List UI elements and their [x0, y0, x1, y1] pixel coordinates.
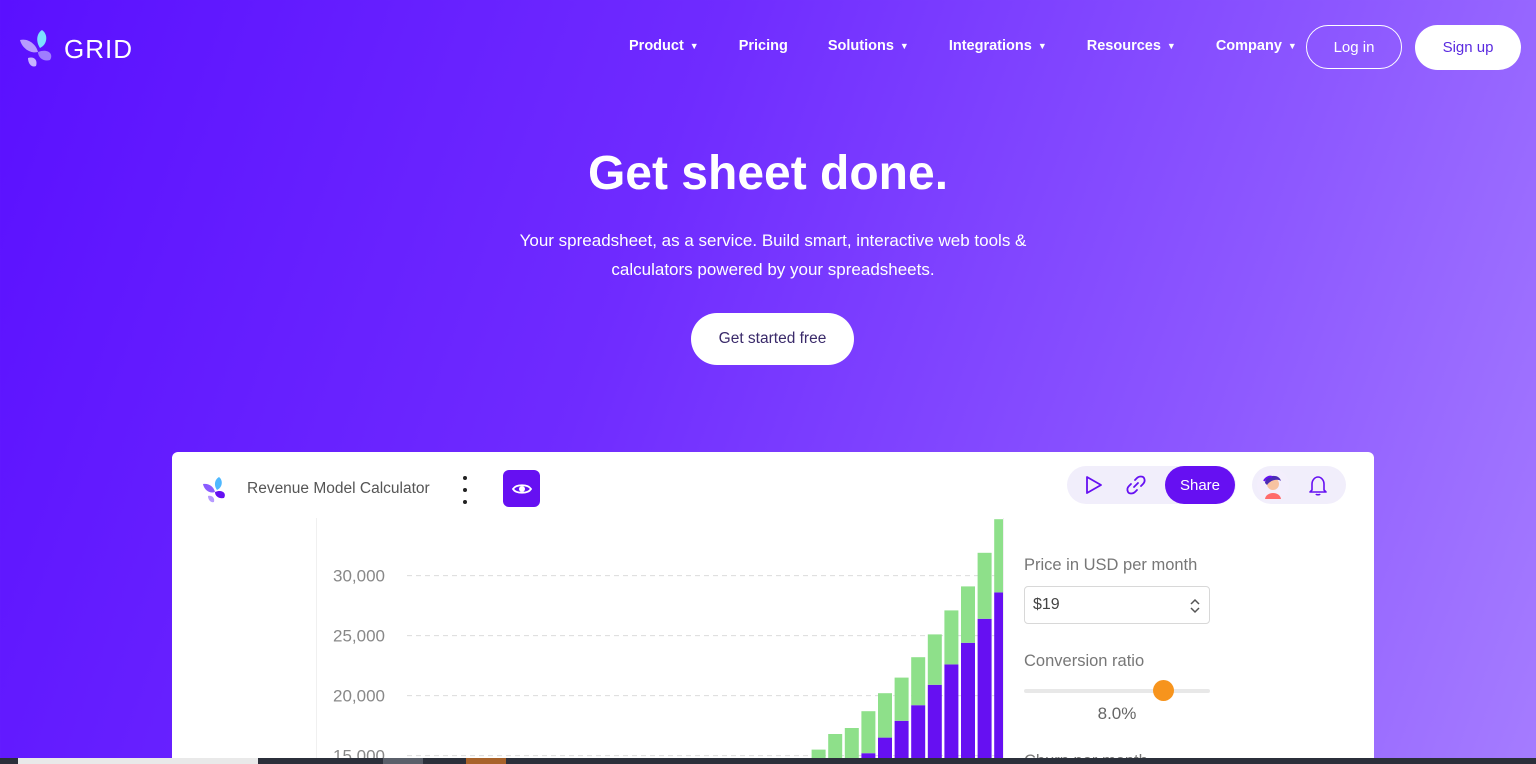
bar-segment-top[interactable] [911, 657, 926, 706]
kebab-menu-icon[interactable] [456, 476, 474, 504]
nav-item-solutions[interactable]: Solutions ▼ [828, 38, 909, 54]
price-value: $19 [1033, 596, 1060, 613]
nav-item-label: Integrations [948, 38, 1032, 54]
eye-icon [511, 483, 532, 494]
share-button[interactable]: Share [1165, 466, 1235, 504]
caret-down-icon: ▼ [1037, 41, 1047, 51]
user-avatar[interactable] [1257, 469, 1289, 501]
bar-segment-top[interactable] [894, 677, 909, 721]
conversion-label: Conversion ratio [1024, 652, 1145, 670]
signup-button[interactable]: Sign up [1415, 25, 1521, 70]
caret-down-icon: ▼ [899, 41, 909, 51]
nav-item-label: Pricing [738, 38, 788, 54]
hero-subtitle-line-1: Your spreadsheet, as a service. Build sm… [519, 231, 1027, 250]
y-tick-label: 20,000 [333, 687, 385, 706]
bar-segment-base[interactable] [927, 684, 942, 764]
caret-down-icon: ▼ [689, 41, 699, 51]
calculator-title: Revenue Model Calculator [247, 480, 430, 497]
nav-item-resources[interactable]: Resources ▼ [1087, 38, 1176, 54]
grid-logo[interactable]: GRID [18, 28, 133, 70]
revenue-chart: 30,000 25,000 20,000 15,000 [316, 518, 1004, 764]
conversion-value: 8.0% [1097, 704, 1137, 723]
price-label: Price in USD per month [1024, 556, 1198, 574]
grid-logo-icon [20, 30, 52, 67]
preview-button[interactable] [503, 470, 540, 507]
nav-item-company[interactable]: Company ▼ [1216, 38, 1297, 54]
nav-item-label: Resources [1086, 38, 1161, 54]
hero-subtitle: Your spreadsheet, as a service. Build sm… [468, 226, 1078, 284]
bar-segment-top[interactable] [944, 610, 959, 665]
calculator-inputs: Price in USD per month $19 Conversion ra… [1024, 518, 1224, 764]
slider-handle[interactable] [1152, 680, 1174, 701]
y-tick-label: 30,000 [333, 567, 385, 586]
hero-title: Get sheet done. [587, 147, 949, 200]
nav-item-label: Product [629, 38, 684, 54]
price-select[interactable]: $19 [1024, 586, 1210, 624]
get-started-button[interactable]: Get started free [691, 313, 854, 365]
nav-item-label: Solutions [827, 38, 894, 54]
os-taskbar [0, 758, 1536, 764]
nav-item-product[interactable]: Product ▼ [629, 38, 699, 54]
link-icon[interactable] [1125, 474, 1147, 496]
app-preview-card: Revenue Model Calculator Share 30,000 25… [172, 452, 1374, 764]
bar-segment-top[interactable] [977, 552, 992, 619]
taskbar-item[interactable] [18, 758, 258, 764]
nav-item-pricing[interactable]: Pricing [739, 38, 788, 54]
y-tick-label: 25,000 [333, 627, 385, 646]
nav-item-integrations[interactable]: Integrations ▼ [949, 38, 1047, 54]
main-nav: Product ▼ Pricing Solutions ▼ Integrations ▼ Re… [629, 38, 1297, 54]
bar-segment-top[interactable] [961, 586, 975, 643]
bar-segment-base[interactable] [911, 705, 926, 764]
bar-segment-base[interactable] [977, 618, 992, 764]
grid-logo-icon [203, 477, 225, 503]
login-button[interactable]: Log in [1306, 25, 1402, 69]
revenue-chart-svg: 30,00025,00020,00015,000 [333, 519, 1003, 764]
bar-segment-top[interactable] [878, 693, 892, 738]
conversion-slider[interactable] [1024, 680, 1210, 701]
bar-segment-base[interactable] [994, 592, 1003, 764]
caret-down-icon: ▼ [1166, 41, 1176, 51]
caret-down-icon: ▼ [1287, 41, 1297, 51]
bar-segment-top[interactable] [994, 519, 1003, 593]
bar-segment-base[interactable] [961, 642, 975, 764]
user-toolbar [1252, 466, 1346, 504]
nav-item-label: Company [1215, 38, 1282, 54]
bar-segment-top[interactable] [927, 634, 942, 685]
play-icon[interactable] [1082, 474, 1104, 496]
taskbar-item[interactable] [466, 758, 506, 764]
action-toolbar: Share [1067, 466, 1236, 504]
bell-icon[interactable] [1307, 474, 1329, 496]
brand-name: GRID [64, 33, 133, 64]
chevron-updown-icon [1190, 598, 1200, 614]
bar-segment-base[interactable] [944, 664, 959, 764]
taskbar-item[interactable] [383, 758, 423, 764]
bar-segment-top[interactable] [861, 711, 876, 754]
hero-subtitle-line-2: calculators powered by your spreadsheets… [611, 260, 935, 279]
